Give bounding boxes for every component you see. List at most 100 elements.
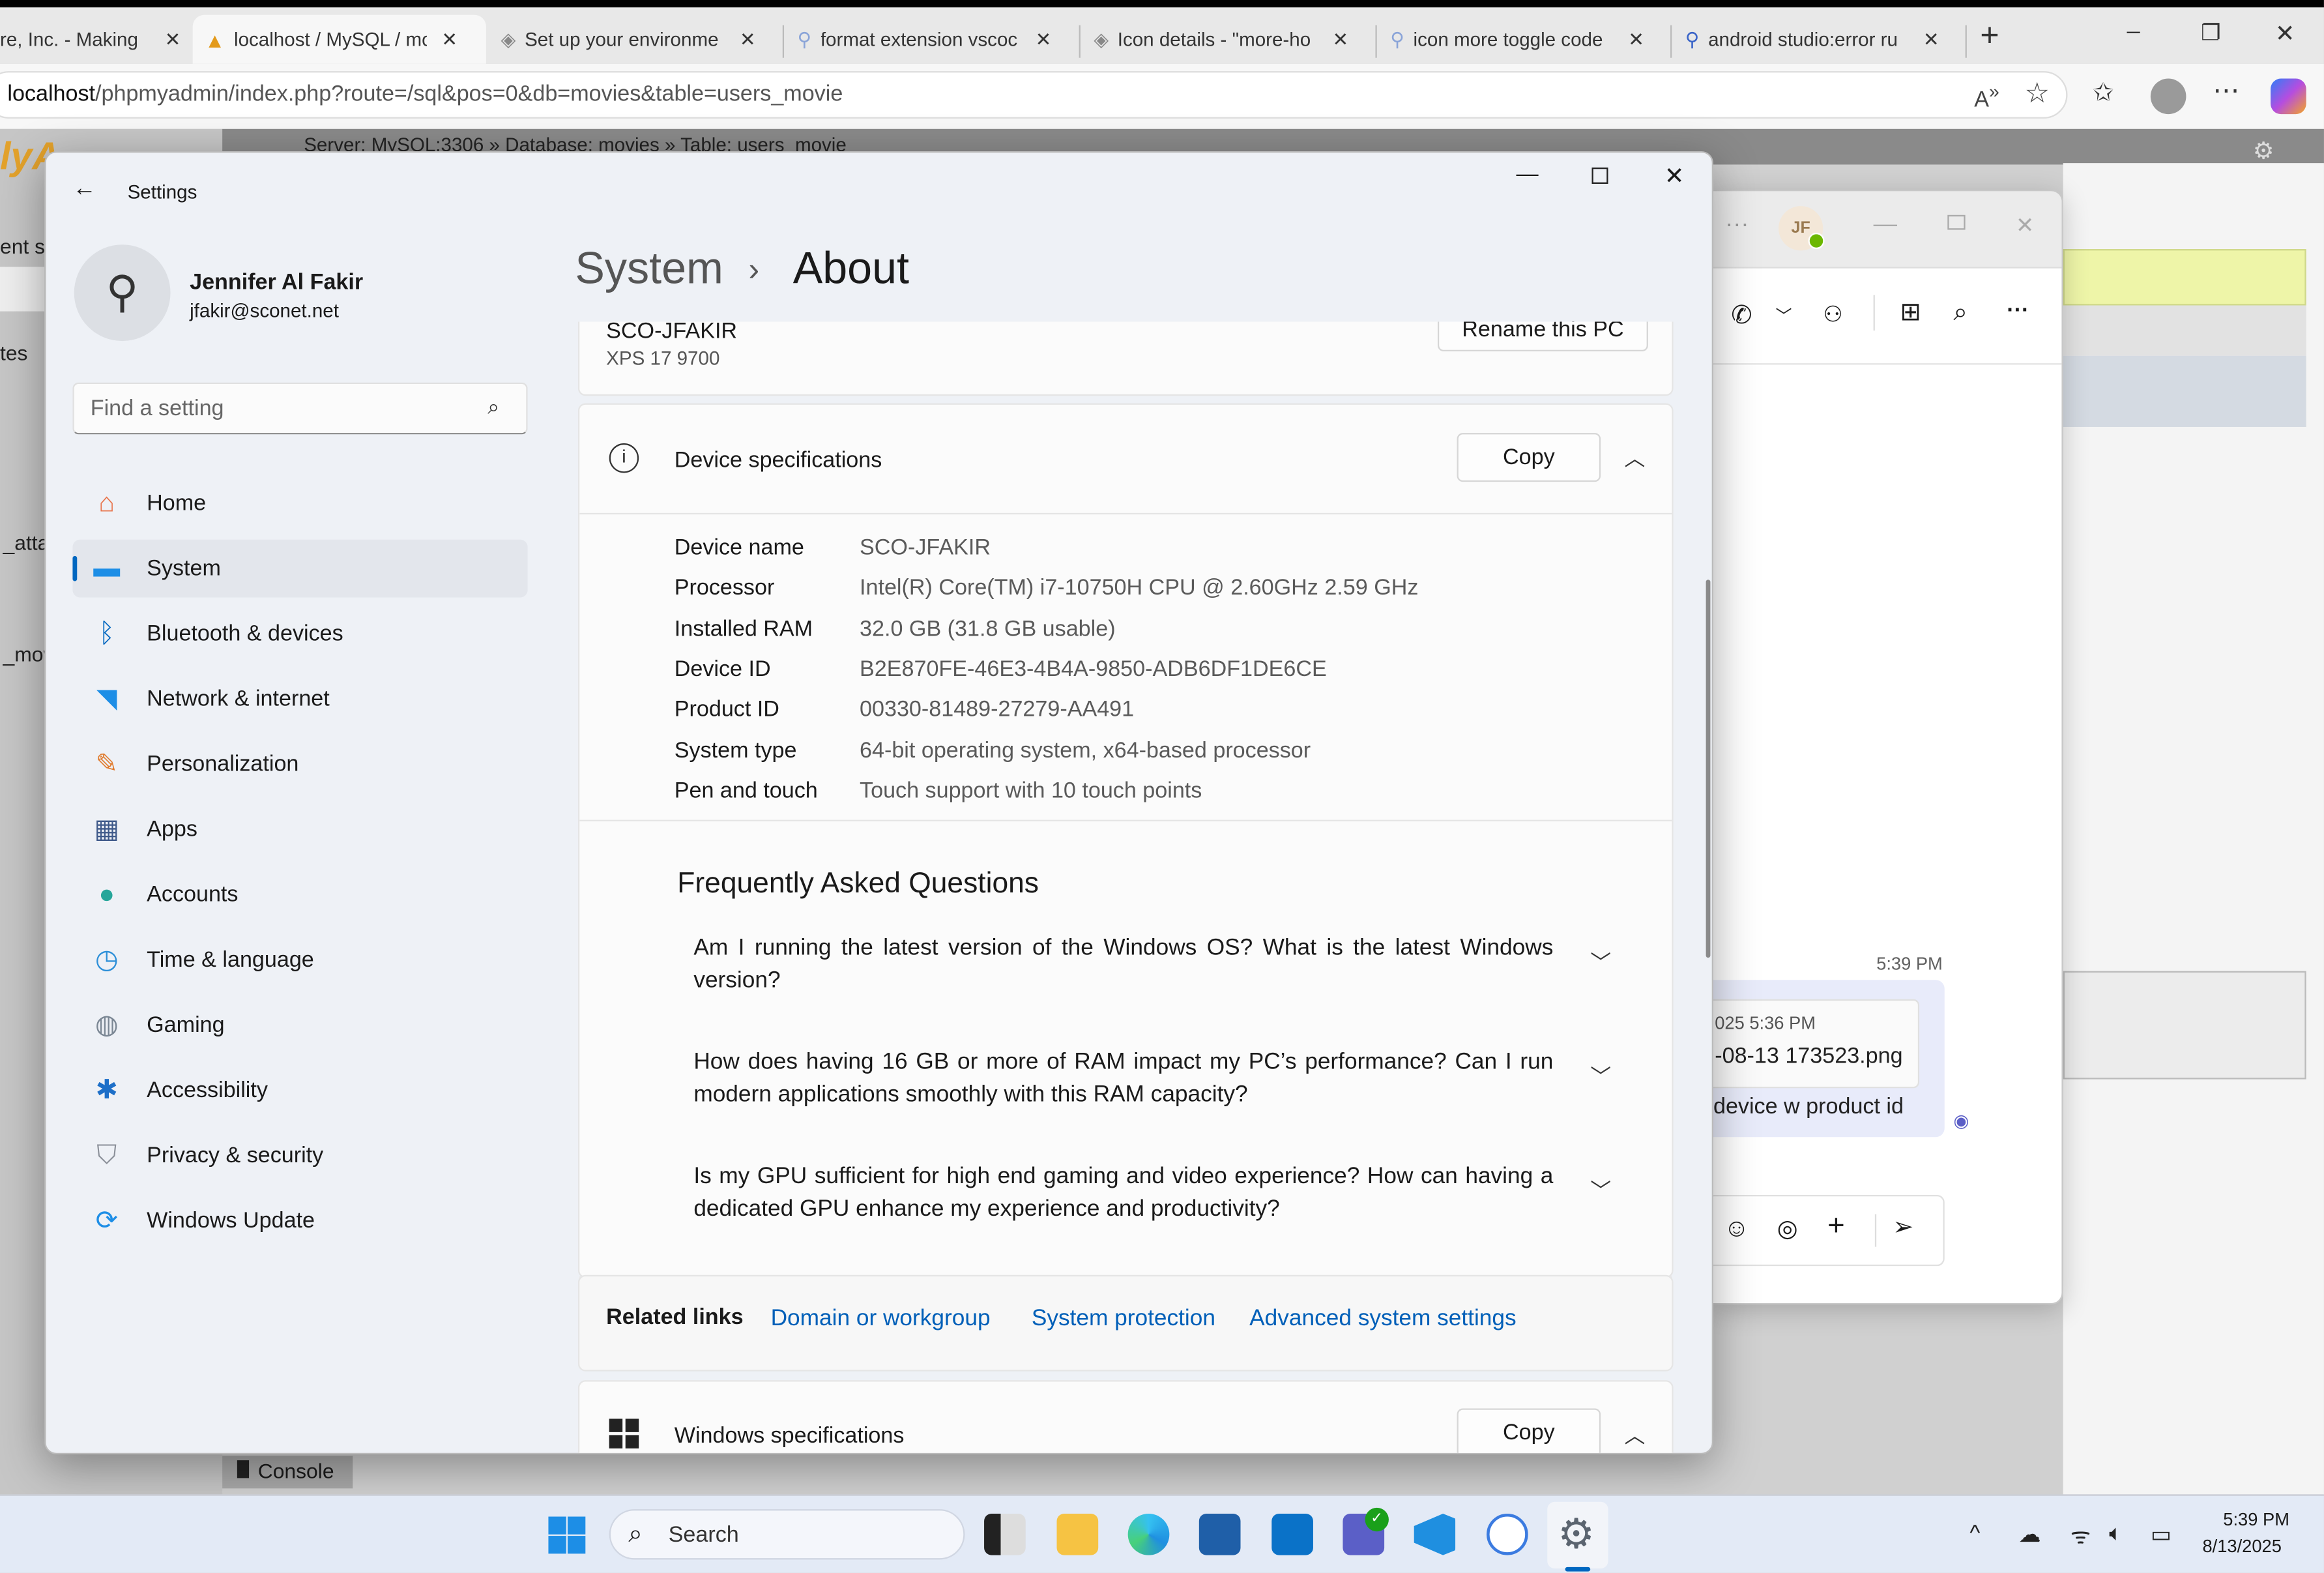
more-options-icon[interactable]: ⋯ [2213,76,2239,107]
back-arrow-icon[interactable]: ← [72,177,96,203]
close-button[interactable]: ✕ [2016,212,2035,239]
window-title: Settings [127,181,197,203]
chevron-up-icon[interactable]: ︿ [1625,443,1646,473]
outlook-icon[interactable] [1271,1513,1313,1555]
address-input[interactable]: localhost/phpmyadmin/index.php?route=/sq… [0,71,2068,119]
favorites-icon[interactable]: ✩ [2093,79,2113,108]
close-tab-icon[interactable]: ✕ [441,27,458,51]
chevron-down-icon[interactable]: ﹀ [1590,1175,1611,1205]
browser-tab-active[interactable]: ▲ localhost / MySQL / mo ✕ [192,14,486,64]
browser-tab[interactable]: ⚲ icon more toggle code ✕ [1378,15,1672,64]
onedrive-icon[interactable]: ☁ [2018,1521,2041,1548]
user-name: Jennifer Al Fakir [190,269,364,295]
restore-browser-button[interactable]: ❐ [2201,20,2221,46]
maximize-button[interactable] [1591,167,1608,184]
loop-icon[interactable]: ◎ [1777,1214,1798,1244]
plus-icon[interactable]: + [1827,1210,1845,1244]
volume-icon[interactable]: 🔈︎ [2109,1521,2123,1546]
new-tab-button[interactable]: + [1980,16,1999,55]
device-specs-header[interactable]: i Device specifications Copy ︿ [579,405,1672,515]
close-tab-icon[interactable]: ✕ [165,27,181,51]
show-hidden-icons[interactable]: ^ [1969,1521,1980,1546]
emoji-icon[interactable]: ☺ [1724,1214,1749,1244]
browser-tab[interactable]: ⚲ android studio:error ru ✕ [1674,15,1967,64]
settings-gear-icon[interactable]: ⚙ [1558,1509,1595,1558]
more-icon[interactable]: ··· [2007,298,2029,323]
close-browser-button[interactable]: ✕ [2275,20,2295,49]
console-icon [237,1460,250,1478]
copy-device-specs-button[interactable]: Copy [1457,433,1601,482]
close-button[interactable]: ✕ [1664,162,1684,191]
vscode-icon[interactable] [1414,1513,1456,1555]
spec-value: B2E870FE-46E3-4B4A-9850-ADB6DF1DE6CE [860,656,1327,682]
copilot-icon[interactable] [2271,78,2306,115]
copy-windows-specs-button[interactable]: Copy [1457,1408,1601,1453]
device-specs-card: i Device specifications Copy ︿ Device na… [577,403,1674,1278]
browser-tab[interactable]: ⚲ format extension vscoc ✕ [785,15,1079,64]
terminal-icon[interactable] [984,1513,1026,1555]
info-icon: i [609,443,639,473]
faq-question[interactable]: Is my GPU sufficient for high end gaming… [693,1161,1553,1226]
edge-icon[interactable] [1127,1513,1170,1555]
chevron-down-icon[interactable]: ﹀ [1590,1061,1611,1091]
phone-icon[interactable]: ✆ [1731,301,1752,331]
more-icon[interactable]: ··· [1725,212,1749,239]
read-aloud-icon[interactable]: A» [1974,81,1999,113]
attachment-card[interactable]: 025 5:36 PM -08-13 173523.png [1713,999,1920,1089]
chevron-down-icon[interactable]: ﹀ [1590,947,1611,977]
chevron-up-icon[interactable]: ︿ [1625,1420,1646,1450]
gear-icon[interactable]: ⚙ [2253,136,2274,166]
active-indicator [1565,1566,1591,1572]
browser-tab[interactable]: ◈ Icon details - "more-ho ✕ [1082,15,1375,64]
teams-toolbar: ✆ ﹀ ⚇ ⊞ ⌕ ··· [1713,269,2062,365]
link-domain-workgroup[interactable]: Domain or workgroup [771,1306,991,1333]
maximize-button[interactable] [1947,214,1966,230]
device-specs-title: Device specifications [674,447,882,473]
link-advanced-system-settings[interactable]: Advanced system settings [1249,1306,1516,1333]
spec-value: Touch support with 10 touch points [860,778,1202,804]
send-icon[interactable]: ➢ [1893,1213,1913,1242]
minimize-button[interactable]: — [1517,162,1539,187]
add-people-icon[interactable]: ⚇ [1823,301,1843,328]
breadcrumb-system[interactable]: System [575,244,723,295]
rename-pc-button[interactable]: Rename this PC [1437,321,1648,351]
wifi-icon[interactable]: ᯤ [2070,1521,2091,1550]
message-bubble[interactable]: 025 5:36 PM -08-13 173523.png device w p… [1713,980,1945,1138]
close-tab-icon[interactable]: ✕ [740,27,756,51]
clock-time[interactable]: 5:39 PM [2223,1509,2289,1530]
scrollbar[interactable] [1706,580,1711,958]
search-icon[interactable]: ⌕ [1953,298,1968,327]
close-tab-icon[interactable]: ✕ [1036,27,1052,51]
link-system-protection[interactable]: System protection [1032,1306,1215,1333]
battery-icon[interactable]: ▭ [2151,1521,2171,1548]
close-tab-icon[interactable]: ✕ [1628,27,1644,51]
teams-chat-window: ··· JF — ✕ ✆ ﹀ ⚇ ⊞ ⌕ ··· 5:39 PM 025 5:3… [1713,190,2063,1305]
faq-question[interactable]: How does having 16 GB or more of RAM imp… [693,1047,1553,1112]
clock-date[interactable]: 8/13/2025 [2202,1536,2281,1557]
browser-tab[interactable]: re, Inc. - Making ✕ [0,15,181,64]
tab-title: re, Inc. - Making [0,28,138,51]
minimize-button[interactable]: — [1874,212,1897,239]
spec-label: System type [674,737,797,763]
spec-label: Device ID [674,656,771,682]
apps-icon[interactable]: ⊞ [1900,298,1921,327]
spec-label: Processor [674,576,775,601]
start-button[interactable] [548,1516,586,1554]
close-tab-icon[interactable]: ✕ [1923,27,1939,51]
minimize-browser-button[interactable]: – [2127,20,2140,46]
close-tab-icon[interactable]: ✕ [1333,27,1349,51]
profile-avatar[interactable] [2150,78,2186,115]
attachment-time: 025 5:36 PM [1715,1012,1816,1034]
console-button[interactable]: Console [222,1456,353,1489]
store-icon[interactable] [1198,1513,1241,1555]
compose-box[interactable]: ☺ ◎ + ➢ [1713,1195,1945,1267]
phpmyadmin-favicon-icon: ▲ [204,27,225,51]
favorite-star-icon[interactable]: ☆ [2025,77,2050,111]
taskbar-search[interactable]: ⌕ Search [609,1509,965,1560]
android-studio-icon[interactable] [1487,1513,1528,1555]
faq-question[interactable]: Am I running the latest version of the W… [693,932,1553,997]
chevron-down-icon[interactable]: ﹀ [1775,304,1792,327]
file-explorer-icon[interactable] [1056,1513,1099,1555]
browser-tab[interactable]: ◈ Set up your environme ✕ [489,15,782,64]
address-host: localhost [7,81,96,107]
